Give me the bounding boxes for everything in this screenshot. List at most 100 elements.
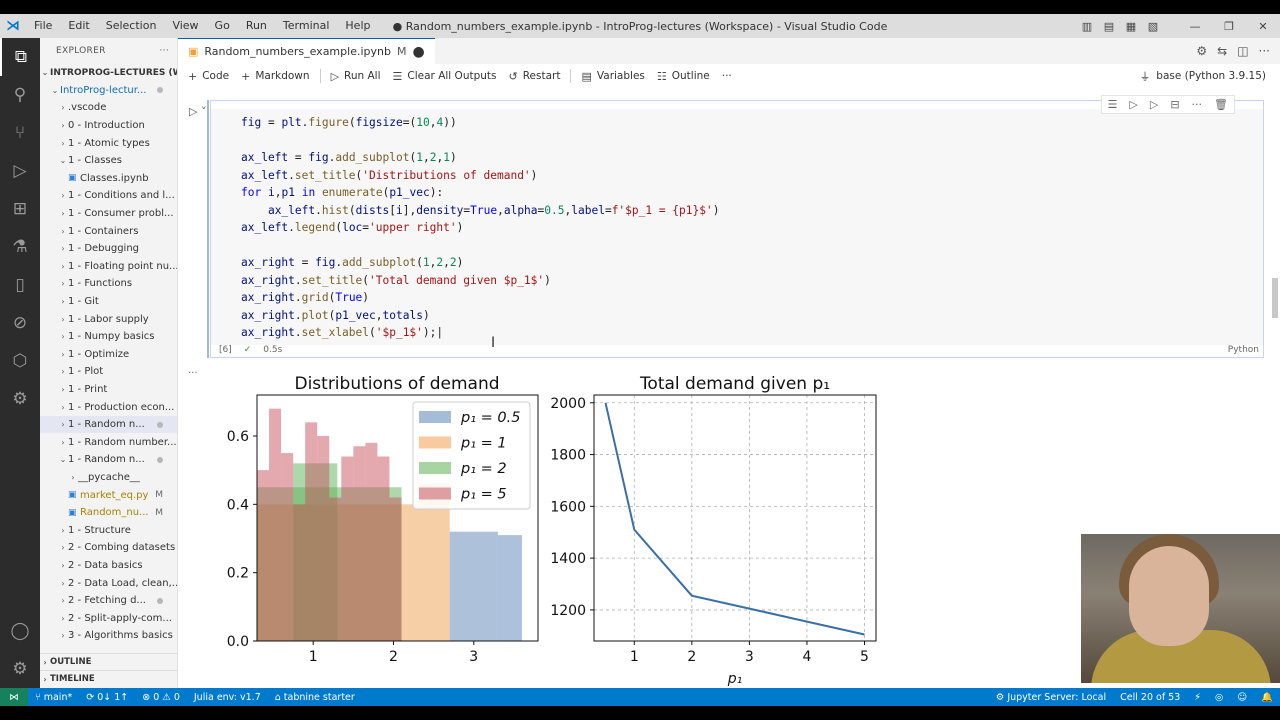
format-icon[interactable]: ⚡ (1187, 692, 1208, 703)
delete-cell-icon[interactable]: 🗑 (1214, 98, 1228, 111)
menu-go[interactable]: Go (207, 14, 238, 38)
cell-language[interactable]: Python (1228, 345, 1259, 355)
cell-position-indicator[interactable]: Cell 20 of 53 (1113, 692, 1187, 703)
open-changes-icon[interactable]: ⇆ (1217, 44, 1227, 58)
menu-run[interactable]: Run (238, 14, 275, 38)
folder-item[interactable]: › 1 - Production econ... (40, 398, 177, 416)
folder-item[interactable]: › 1 - Structure (40, 521, 177, 539)
folder-item[interactable]: › 3 - Algorithms basics (40, 627, 177, 645)
folder-item[interactable]: › 2 - Split-apply-com... (40, 609, 177, 627)
folder-item[interactable]: › 1 - Optimize (40, 346, 177, 364)
toolbar-more-button[interactable]: ··· (716, 70, 738, 82)
source-control-icon[interactable]: ⑂ (0, 114, 40, 152)
menu-selection[interactable]: Selection (98, 14, 165, 38)
root-folder[interactable]: ⌄ IntroProg-lectur... (40, 82, 177, 100)
tabnine-indicator[interactable]: ⌂ tabnine starter (268, 692, 362, 703)
folder-item[interactable]: › 1 - Floating point nu... (40, 258, 177, 276)
explorer-icon[interactable]: ⧉ (0, 38, 40, 76)
jupyter-server-indicator[interactable]: ⚙ Jupyter Server: Local (989, 692, 1113, 703)
unsaved-dot-icon[interactable]: ● (412, 45, 424, 59)
execute-below-icon[interactable]: ▷ (1150, 98, 1158, 111)
branch-indicator[interactable]: ⑂ main* (28, 692, 79, 703)
run-cell-icon[interactable]: ▷ ˅ (189, 105, 206, 118)
outline-button[interactable]: ☷ Outline (651, 70, 716, 83)
more-actions-icon[interactable]: ··· (1259, 44, 1270, 58)
kernel-picker[interactable]: ⏚ base (Python 3.9.15) (1140, 69, 1280, 84)
code-editor[interactable]: fig = plt.figure(figsize=(10,4)) ax_left… (211, 109, 1263, 351)
folder-item[interactable]: › 1 - Git (40, 293, 177, 311)
variables-button[interactable]: ▤ Variables (575, 70, 650, 83)
folder-item[interactable]: › 2 - Fetching d... (40, 592, 177, 610)
more-actions-icon[interactable]: ··· (160, 46, 169, 56)
testing-icon[interactable]: ⚗ (0, 228, 40, 266)
run-by-line-icon[interactable]: ☰ (1108, 98, 1118, 111)
remote-indicator-icon[interactable]: ⋈ (0, 688, 28, 706)
compare-icon[interactable]: ⚙ (1196, 44, 1207, 58)
cell-more-icon[interactable]: ··· (1192, 98, 1203, 111)
workspace-folder[interactable]: ⌄ INTROPROG-LECTURES (W... (40, 64, 177, 82)
folder-item[interactable]: › 1 - Containers (40, 222, 177, 240)
menu-view[interactable]: View (164, 14, 206, 38)
copilot-icon[interactable]: ◎ (1208, 692, 1230, 703)
file-item[interactable]: ▣ market_eq.py M (40, 486, 177, 504)
extensions-icon[interactable]: ⊞ (0, 190, 40, 228)
folder-item[interactable]: › 1 - Print (40, 381, 177, 399)
folder-item[interactable]: › __pycache__ (40, 469, 177, 487)
feedback-icon[interactable]: ☺ (1230, 692, 1254, 703)
file-item[interactable]: ▣ Classes.ipynb (40, 170, 177, 188)
search-icon[interactable]: ⚲ (0, 76, 40, 114)
live-share-icon[interactable]: ⚙ (0, 380, 40, 418)
account-icon[interactable]: ◯ (0, 612, 40, 650)
folder-item[interactable]: › 1 - Functions (40, 275, 177, 293)
add-markdown-button[interactable]: + Markdown (235, 70, 315, 83)
toggle-sidebar-icon[interactable]: ▥ (1076, 20, 1098, 33)
folder-item[interactable]: › 1 - Labor supply (40, 310, 177, 328)
code-cell[interactable]: ▷ ˅ fig = plt.figure(figsize=(10,4)) ax_… (189, 95, 1264, 358)
close-button[interactable]: ✕ (1246, 20, 1280, 33)
menu-file[interactable]: File (26, 14, 60, 38)
restart-button[interactable]: ↺ Restart (503, 70, 567, 83)
toggle-secondary-sidebar-icon[interactable]: ▦ (1120, 20, 1142, 33)
folder-item[interactable]: › 0 - Introduction (40, 117, 177, 135)
outline-section[interactable]: › OUTLINE (40, 653, 177, 670)
split-editor-icon[interactable]: ◫ (1237, 44, 1248, 58)
run-all-button[interactable]: ▷ Run All (325, 70, 387, 83)
add-code-button[interactable]: + Code (182, 70, 235, 83)
folder-item[interactable]: › 1 - Numpy basics (40, 328, 177, 346)
folder-item[interactable]: ⌄ 1 - Random n... (40, 451, 177, 469)
minimize-button[interactable]: — (1178, 20, 1212, 33)
folder-item[interactable]: › 1 - Consumer probl... (40, 205, 177, 223)
folder-item[interactable]: › 2 - Data basics (40, 557, 177, 575)
clear-outputs-button[interactable]: ☰ Clear All Outputs (387, 70, 503, 83)
sync-indicator[interactable]: ⟳ 0↓ 1↑ (79, 692, 135, 703)
maximize-button[interactable]: ❐ (1212, 20, 1246, 33)
folder-item[interactable]: ⌄ 1 - Classes (40, 152, 177, 170)
problems-indicator[interactable]: ⊗ 0 ⚠ 0 (135, 692, 187, 703)
julia-env-indicator[interactable]: Julia env: v1.7 (187, 692, 268, 703)
folder-item[interactable]: › 1 - Conditions and l... (40, 187, 177, 205)
timeline-section[interactable]: › TIMELINE (40, 670, 177, 687)
notifications-icon[interactable]: 🔔 (1254, 692, 1280, 703)
remote-explorer-icon[interactable]: ⊘ (0, 304, 40, 342)
execute-above-icon[interactable]: ▷ (1129, 98, 1137, 111)
split-cell-icon[interactable]: ⊟ (1170, 98, 1179, 111)
folder-item[interactable]: › 1 - Random number... (40, 433, 177, 451)
scrollbar-thumb[interactable] (1272, 278, 1278, 318)
folder-item[interactable]: › 1 - Random n... (40, 415, 177, 434)
tab-notebook[interactable]: ▣ Random_numbers_example.ipynb M ● (178, 38, 435, 64)
file-item[interactable]: ▣ Random_nu... M (40, 504, 177, 522)
output-more-icon[interactable]: ··· (188, 368, 198, 379)
run-debug-icon[interactable]: ▷ (0, 152, 40, 190)
folder-item[interactable]: › 1 - Atomic types (40, 134, 177, 152)
menu-edit[interactable]: Edit (60, 14, 97, 38)
folder-item[interactable]: › 1 - Debugging (40, 240, 177, 258)
menu-help[interactable]: Help (337, 14, 378, 38)
toggle-panel-icon[interactable]: ▤ (1098, 20, 1120, 33)
manage-gear-icon[interactable]: ⚙ (0, 650, 40, 688)
notebook-icon[interactable]: ▯ (0, 266, 40, 304)
folder-item[interactable]: › 1 - Plot (40, 363, 177, 381)
folder-item[interactable]: › 2 - Data Load, clean,... (40, 574, 177, 592)
menu-terminal[interactable]: Terminal (275, 14, 338, 38)
folder-item[interactable]: › .vscode (40, 99, 177, 117)
customize-layout-icon[interactable]: ▧ (1142, 20, 1164, 33)
